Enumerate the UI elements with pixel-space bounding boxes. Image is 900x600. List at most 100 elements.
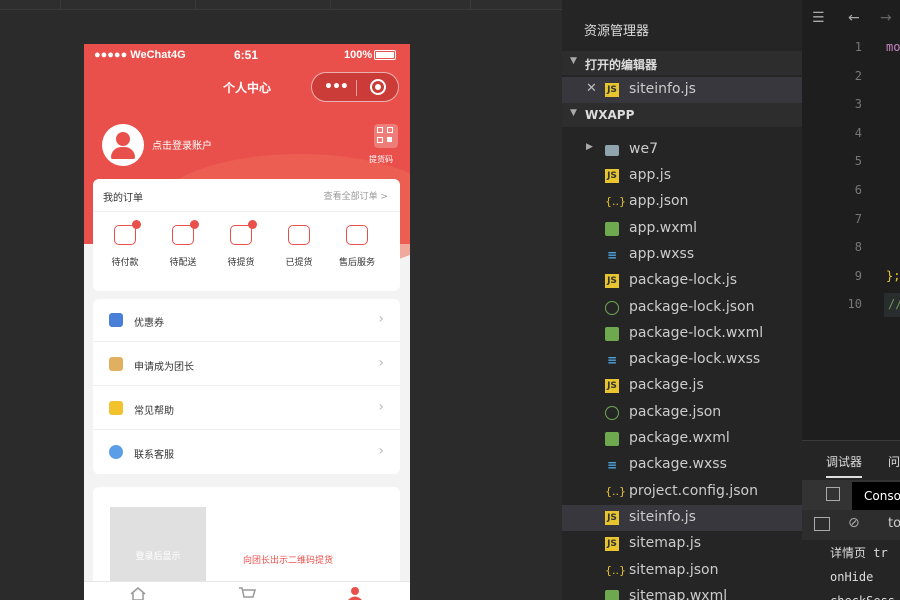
open-editors-section[interactable]: ▼ 打开的编辑器: [562, 51, 802, 75]
home-icon[interactable]: [129, 586, 147, 600]
order-status-label: 待付款: [111, 258, 139, 268]
capsule-divider: [356, 80, 357, 96]
file-item[interactable]: package-lock.json: [562, 295, 802, 321]
login-link[interactable]: 点击登录账户: [152, 137, 212, 152]
file-item[interactable]: JS sitemap.js: [562, 531, 802, 557]
file-item[interactable]: {..} project.config.json: [562, 479, 802, 505]
list-icon[interactable]: ☰: [812, 10, 825, 26]
devtools-window: ●●●●● WeChat4G 6:51 100% 个人中心 ••• 点击登录账户…: [0, 0, 900, 600]
json-file-icon: {..}: [605, 563, 626, 577]
file-item[interactable]: package.wxml: [562, 426, 802, 452]
order-status-label: 待提货: [227, 258, 255, 268]
miniprogram-capsule[interactable]: •••: [311, 72, 399, 102]
menu-item-apply-leader[interactable]: 申请成为团长 ›: [93, 343, 400, 386]
file-name: app.js: [629, 167, 671, 183]
chevron-right-icon: ›: [378, 399, 384, 415]
open-editor-item[interactable]: ✕ JS siteinfo.js: [562, 77, 802, 103]
order-status-label: 待配送: [169, 258, 197, 268]
file-item[interactable]: ≡ package.wxss: [562, 452, 802, 478]
explorer-title: 资源管理器: [584, 24, 650, 39]
more-icon[interactable]: •••: [324, 79, 349, 95]
file-item[interactable]: ≡ app.wxss: [562, 242, 802, 268]
close-miniprogram-icon[interactable]: [370, 79, 386, 95]
tab-debugger[interactable]: 调试器: [826, 453, 863, 478]
battery-icon: [374, 50, 396, 60]
menu-item-label: 优惠券: [134, 318, 164, 329]
menu-item-help[interactable]: 常见帮助 ›: [93, 387, 400, 430]
profile-tab-icon[interactable]: [346, 586, 364, 600]
debug-tabs: 调试器 问: [802, 440, 900, 480]
tab-console[interactable]: Conso: [852, 482, 900, 510]
open-file-name: siteinfo.js: [629, 81, 696, 97]
close-icon[interactable]: ✕: [586, 81, 597, 96]
order-status-picked-up[interactable]: 已提货: [270, 225, 328, 268]
json-file-icon: {..}: [605, 195, 626, 209]
check-bag-icon: [288, 225, 310, 245]
code-line-10: //: [888, 297, 900, 311]
notification-dot: [132, 220, 141, 229]
avatar[interactable]: [102, 124, 144, 166]
menu-item-label: 联系客服: [134, 450, 174, 461]
file-name: sitemap.wxml: [629, 587, 728, 600]
file-name: sitemap.js: [629, 535, 702, 552]
console-filter-input[interactable]: to: [888, 516, 900, 531]
forward-arrow-icon[interactable]: →: [880, 10, 892, 26]
file-item[interactable]: package-lock.wxml: [562, 321, 802, 347]
tab-bar: [84, 581, 410, 600]
code-editor[interactable]: ☰ ← → 1 2 3 4 5 6 7 8 9 10 mo }; //: [802, 0, 900, 440]
file-item[interactable]: package.json: [562, 400, 802, 426]
user-icon: [116, 132, 130, 146]
inspect-icon[interactable]: [826, 487, 840, 501]
basket-icon: [230, 220, 257, 245]
order-status-after-sales[interactable]: 售后服务: [328, 225, 386, 268]
pickup-code-label[interactable]: 提货码: [369, 154, 393, 165]
tab-problems[interactable]: 问: [888, 453, 900, 470]
order-status-pending-payment[interactable]: 待付款: [96, 220, 154, 268]
file-item[interactable]: ≡ package-lock.wxss: [562, 347, 802, 373]
project-section[interactable]: ▼ WXAPP: [562, 103, 802, 127]
clock-text: 6:51: [234, 48, 259, 62]
js-file-icon: JS: [605, 169, 619, 183]
order-status-pending-pickup[interactable]: 待提货: [212, 220, 270, 268]
chevron-right-icon: ▶: [586, 142, 593, 152]
chevron-right-icon: ›: [378, 311, 384, 327]
carrier-text: ●●●●● WeChat4G: [94, 49, 186, 61]
code-line-9: };: [886, 269, 900, 283]
cart-icon[interactable]: [238, 586, 256, 600]
file-name: package-lock.wxml: [629, 324, 764, 341]
menu-item-coupons[interactable]: 优惠券 ›: [93, 299, 400, 342]
file-item[interactable]: JS app.js: [562, 163, 802, 189]
line-number: 7: [854, 211, 862, 226]
qr-placeholder-text: 登录后显示: [135, 552, 181, 562]
chevron-right-icon: ›: [378, 355, 384, 371]
sidebar-toggle-icon[interactable]: [814, 517, 830, 531]
orders-card: 我的订单 查看全部订单 > 待付款 待配送 待提货 已提货 售后服务: [93, 179, 400, 291]
phone-simulator: ●●●●● WeChat4G 6:51 100% 个人中心 ••• 点击登录账户…: [84, 44, 410, 600]
qr-code-icon[interactable]: [374, 124, 398, 148]
file-item[interactable]: sitemap.wxml: [562, 584, 802, 600]
order-status-label: 售后服务: [338, 258, 375, 268]
file-explorer: 资源管理器 ▼ 打开的编辑器 ✕ JS siteinfo.js ▼ WXAPP …: [562, 0, 802, 600]
file-item[interactable]: {..} sitemap.json: [562, 558, 802, 584]
file-item[interactable]: {..} app.json: [562, 189, 802, 215]
js-file-icon: JS: [605, 274, 619, 289]
view-all-orders-link[interactable]: 查看全部订单 >: [324, 189, 388, 202]
refund-icon: [346, 225, 368, 245]
line-number: 8: [854, 240, 862, 255]
file-item[interactable]: JS package-lock.js: [562, 268, 802, 294]
back-arrow-icon[interactable]: ←: [848, 10, 860, 26]
wxss-file-icon: ≡: [606, 458, 618, 473]
file-name: package-lock.wxss: [629, 351, 761, 368]
file-item[interactable]: JS package.js: [562, 373, 802, 399]
line-number: 1: [854, 40, 862, 54]
file-item[interactable]: JS siteinfo.js: [562, 504, 802, 531]
json-file-icon: {..}: [605, 484, 626, 498]
file-name: package.wxml: [629, 430, 730, 446]
folder-we7[interactable]: ▶ we7: [562, 137, 802, 163]
clear-console-icon[interactable]: ⊘: [848, 515, 860, 531]
menu-item-customer-service[interactable]: 联系客服 ›: [93, 431, 400, 474]
order-status-pending-delivery[interactable]: 待配送: [154, 220, 212, 268]
file-item[interactable]: app.wxml: [562, 216, 802, 242]
folder-name: we7: [629, 141, 658, 157]
file-name: app.wxss: [629, 245, 695, 262]
